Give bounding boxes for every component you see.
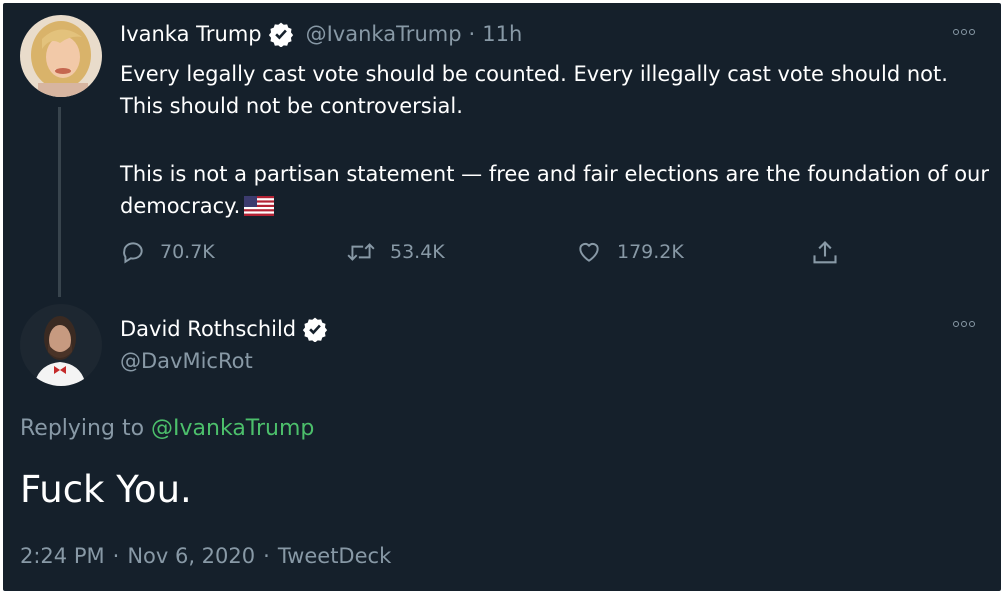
retweet-count: 53.4K	[390, 241, 445, 263]
tweet-paragraph-1: Every legally cast vote should be counte…	[120, 62, 948, 118]
retweet-icon	[347, 243, 375, 261]
reply-author-row: David Rothschild	[120, 316, 328, 342]
tweet-body: Every legally cast vote should be counte…	[120, 58, 990, 225]
david-avatar[interactable]	[20, 304, 102, 386]
replying-to-mention[interactable]: @IvankaTrump	[151, 416, 314, 441]
reply-body: Fuck You.	[20, 468, 192, 511]
like-count: 179.2K	[617, 241, 684, 263]
meta-separator-2: ·	[263, 544, 270, 568]
like-button[interactable]: 179.2K	[575, 239, 684, 265]
tweet-actions: 70.7K 53.4K 179.2K	[120, 239, 850, 275]
reply-meta: 2:24 PM · Nov 6, 2020 · TweetDeck	[20, 544, 391, 568]
reply-author-name[interactable]: David Rothschild	[120, 317, 296, 341]
ivanka-avatar[interactable]	[20, 15, 102, 97]
author-handle[interactable]: @IvankaTrump	[306, 22, 462, 46]
retweet-button[interactable]: 53.4K	[346, 239, 445, 265]
replying-to-label: Replying to	[20, 416, 145, 441]
reply-author-handle[interactable]: @DavMicRot	[120, 349, 253, 373]
verified-badge-icon	[302, 316, 328, 342]
tweet-paragraph-2: This is not a partisan statement — free …	[120, 158, 990, 225]
reply-source[interactable]: TweetDeck	[278, 544, 391, 568]
heart-icon	[579, 242, 599, 262]
us-flag-icon	[244, 193, 275, 225]
meta-separator-1: ·	[112, 544, 120, 568]
thread-connector-line	[58, 107, 61, 297]
reply-icon	[123, 242, 143, 264]
replying-to-line: Replying to @IvankaTrump	[20, 416, 314, 441]
reply-button[interactable]: 70.7K	[120, 239, 215, 265]
reply-more-options-icon[interactable]	[953, 321, 975, 327]
tweet-time[interactable]: 11h	[482, 22, 522, 46]
author-name[interactable]: Ivanka Trump	[120, 22, 262, 46]
more-options-icon[interactable]	[953, 29, 975, 35]
tweet-header: Ivanka Trump @IvankaTrump · 11h	[120, 21, 522, 47]
reply-date[interactable]: Nov 6, 2020	[127, 544, 255, 568]
share-icon	[813, 241, 837, 264]
reply-time[interactable]: 2:24 PM	[20, 544, 105, 568]
share-button[interactable]	[811, 239, 853, 267]
reply-count: 70.7K	[160, 241, 215, 263]
reply-handle-row: @DavMicRot	[120, 349, 253, 373]
tweet-thread-card: Ivanka Trump @IvankaTrump · 11h Every le…	[3, 3, 1001, 591]
verified-badge-icon	[268, 21, 294, 47]
header-separator: ·	[468, 22, 476, 46]
